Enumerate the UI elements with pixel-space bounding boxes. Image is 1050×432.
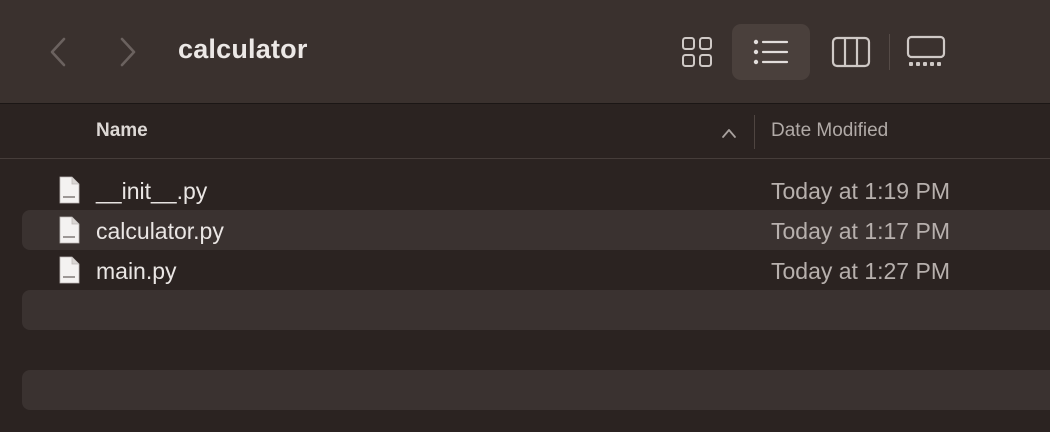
python-file-icon [59, 216, 80, 244]
list-header: Name Date Modified [0, 105, 1050, 159]
forward-button[interactable] [108, 30, 148, 74]
column-view-button[interactable] [826, 24, 876, 80]
file-row[interactable]: __init__.py Today at 1:19 PM [22, 170, 1050, 210]
window-title: calculator [178, 34, 308, 64]
file-date: Today at 1:17 PM [771, 218, 950, 244]
grid-icon [682, 37, 712, 67]
chevron-right-icon [120, 37, 136, 67]
list-view-button[interactable] [732, 24, 810, 80]
file-date: Today at 1:27 PM [771, 258, 950, 284]
python-file-icon [59, 256, 80, 284]
icon-view-button[interactable] [670, 24, 724, 80]
file-name: main.py [96, 258, 177, 284]
file-name: calculator.py [96, 218, 224, 244]
toolbar-divider [889, 34, 890, 70]
gallery-icon [906, 35, 946, 66]
list-icon [753, 39, 789, 65]
back-button[interactable] [38, 30, 78, 74]
chevron-left-icon [50, 37, 66, 67]
sort-ascending-icon[interactable] [720, 127, 738, 139]
file-name: __init__.py [96, 178, 208, 204]
column-separator[interactable] [754, 115, 755, 149]
date-column-header[interactable]: Date Modified [771, 120, 888, 142]
file-row[interactable]: calculator.py Today at 1:17 PM [22, 210, 1050, 250]
columns-icon [831, 36, 871, 68]
empty-row-stripe [22, 290, 1050, 330]
empty-row-stripe [22, 370, 1050, 410]
file-date: Today at 1:19 PM [771, 178, 950, 204]
file-row[interactable]: main.py Today at 1:27 PM [22, 250, 1050, 290]
gallery-view-button[interactable] [900, 24, 952, 80]
name-column-header[interactable]: Name [96, 120, 148, 142]
python-file-icon [59, 176, 80, 204]
toolbar: calculator [0, 0, 1050, 104]
